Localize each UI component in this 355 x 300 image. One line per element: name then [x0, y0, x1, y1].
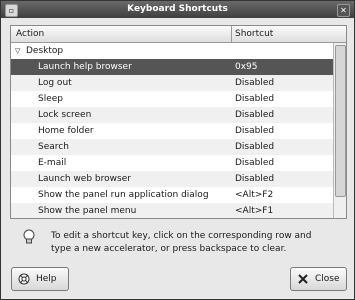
row-action: Show the panel run application dialog	[38, 190, 209, 200]
header-action[interactable]: Action	[16, 29, 44, 39]
shortcut-row[interactable]: Home folder Disabled	[11, 123, 333, 139]
shortcut-row[interactable]: Sleep Disabled	[11, 91, 333, 107]
group-label: Desktop	[26, 46, 64, 56]
header-shortcut[interactable]: Shortcut	[235, 29, 273, 39]
keyboard-shortcuts-window: ▫ Keyboard Shortcuts ✕ Action Shortcut ▽…	[0, 0, 355, 300]
shortcuts-tree[interactable]: Action Shortcut ▽ Desktop Launch help br…	[10, 25, 347, 219]
help-label: Help	[36, 274, 57, 284]
row-shortcut: Disabled	[235, 142, 275, 152]
tree-rows: ▽ Desktop Launch help browser 0x95 Log out…	[11, 43, 333, 218]
close-button[interactable]: Close	[290, 267, 347, 291]
help-button[interactable]: Help	[11, 267, 69, 291]
shortcut-row[interactable]: Show the panel run application dialog <Al…	[11, 187, 333, 203]
row-shortcut: Disabled	[235, 110, 275, 120]
row-shortcut: <Alt>F2	[235, 190, 274, 200]
scrollbar-thumb[interactable]	[335, 45, 346, 197]
row-action: Launch web browser	[38, 174, 131, 184]
lightbulb-icon	[23, 229, 35, 244]
row-action: Log out	[38, 78, 72, 88]
close-label: Close	[315, 274, 340, 284]
close-icon[interactable]: ✕	[337, 4, 350, 17]
close-x-icon	[298, 274, 308, 284]
title-bar[interactable]: ▫ Keyboard Shortcuts ✕	[1, 1, 354, 18]
shortcut-row[interactable]: E-mail Disabled	[11, 155, 333, 171]
row-shortcut: Disabled	[235, 78, 275, 88]
row-action: Show the panel menu	[38, 206, 137, 216]
shortcut-row[interactable]: Launch help browser 0x95	[11, 59, 333, 75]
row-shortcut: Disabled	[235, 158, 275, 168]
shortcut-row[interactable]: Show the panel menu <Alt>F1	[11, 203, 333, 218]
help-icon	[18, 273, 30, 285]
row-action: Home folder	[38, 126, 94, 136]
row-action: Search	[38, 142, 69, 152]
header-separator	[231, 26, 232, 42]
hint-text: To edit a shortcut key, click on the cor…	[51, 230, 311, 256]
group-row-desktop[interactable]: ▽ Desktop	[11, 43, 333, 59]
row-shortcut: Disabled	[235, 94, 275, 104]
hint-line-1: To edit a shortcut key, click on the cor…	[51, 231, 312, 241]
shortcut-row[interactable]: Lock screen Disabled	[11, 107, 333, 123]
hint-line-2: type a new accelerator, or press backspa…	[51, 244, 287, 254]
row-action: Launch help browser	[38, 62, 132, 72]
row-action: E-mail	[38, 158, 67, 168]
window-title: Keyboard Shortcuts	[127, 4, 228, 14]
shortcut-row[interactable]: Launch web browser Disabled	[11, 171, 333, 187]
tree-header: Action Shortcut	[11, 26, 346, 43]
vertical-scrollbar[interactable]	[333, 43, 346, 218]
shortcut-row[interactable]: Search Disabled	[11, 139, 333, 155]
row-action: Lock screen	[38, 110, 92, 120]
row-shortcut: <Alt>F1	[235, 206, 274, 216]
row-action: Sleep	[38, 94, 64, 104]
expander-icon[interactable]: ▽	[15, 43, 20, 59]
row-shortcut: Disabled	[235, 126, 275, 136]
row-shortcut: 0x95	[235, 62, 258, 72]
window-menu-icon[interactable]: ▫	[5, 4, 18, 17]
row-shortcut: Disabled	[235, 174, 275, 184]
shortcut-row[interactable]: Log out Disabled	[11, 75, 333, 91]
